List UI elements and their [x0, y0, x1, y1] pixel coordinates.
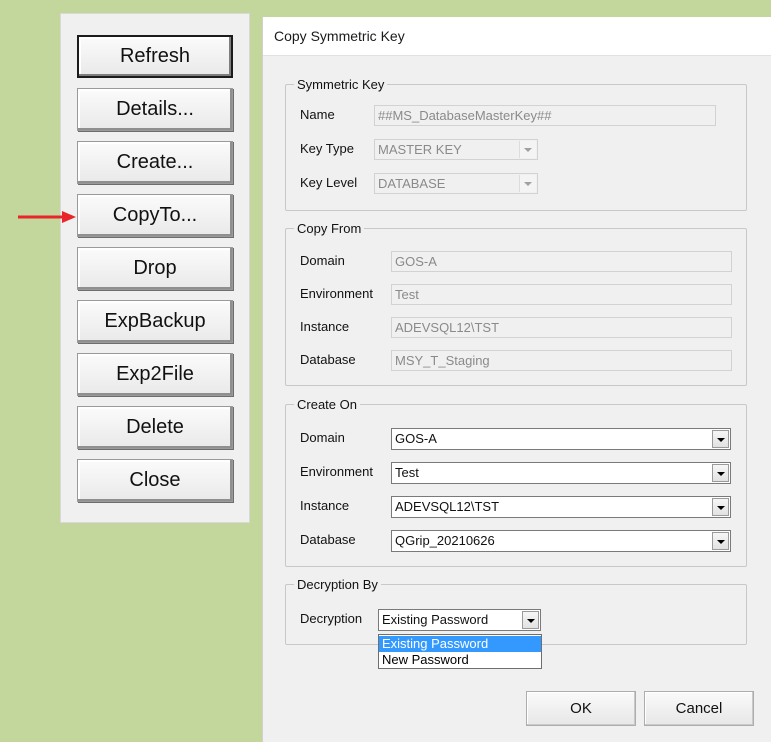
chevron-down-icon [519, 175, 536, 192]
ok-button[interactable]: OK [526, 691, 636, 726]
expbackup-button[interactable]: ExpBackup [77, 300, 233, 343]
drop-button[interactable]: Drop [77, 247, 233, 290]
key-level-label: Key Level [300, 175, 358, 190]
create-on-environment-value: Test [395, 465, 419, 480]
create-on-environment-label: Environment [300, 464, 373, 479]
copy-from-domain-label: Domain [300, 253, 345, 268]
chevron-down-icon[interactable] [712, 498, 729, 516]
create-on-legend: Create On [297, 397, 357, 412]
chevron-down-icon[interactable] [712, 464, 729, 482]
decryption-label: Decryption [300, 611, 363, 626]
copy-from-instance-field: ADEVSQL12\TST [391, 317, 732, 338]
create-on-database-select[interactable]: QGrip_20210626 [391, 530, 731, 552]
name-label: Name [300, 107, 335, 122]
symmetric-key-legend: Symmetric Key [297, 77, 385, 92]
copy-from-domain-field: GOS-A [391, 251, 732, 272]
copy-from-legend: Copy From [297, 221, 362, 236]
refresh-button[interactable]: Refresh [77, 35, 233, 78]
create-on-domain-value: GOS-A [395, 431, 437, 446]
create-on-instance-label: Instance [300, 498, 350, 513]
decryption-value: Existing Password [382, 612, 489, 627]
decryption-dropdown-list: Existing Password New Password [378, 634, 542, 669]
screenshot-root: { "side_buttons": { "refresh": "Refresh"… [0, 0, 771, 742]
delete-button[interactable]: Delete [77, 406, 233, 449]
action-button-panel: Refresh Details... Create... CopyTo... D… [60, 13, 250, 523]
copy-from-database-field: MSY_T_Staging [391, 350, 732, 371]
dropdown-option-existing-password[interactable]: Existing Password [379, 636, 541, 652]
exp2file-button[interactable]: Exp2File [77, 353, 233, 396]
chevron-down-icon [519, 141, 536, 158]
red-arrow-icon [18, 211, 76, 223]
key-type-label: Key Type [300, 141, 354, 156]
create-button[interactable]: Create... [77, 141, 233, 184]
copy-from-environment-field: Test [391, 284, 732, 305]
copy-from-instance-label: Instance [300, 319, 350, 334]
dialog-titlebar: Copy Symmetric Key [263, 17, 771, 56]
key-level-select: DATABASE [374, 173, 538, 194]
copy-symmetric-key-dialog: Copy Symmetric Key Symmetric Key Name ##… [262, 17, 771, 742]
chevron-down-icon[interactable] [712, 532, 729, 550]
cancel-button[interactable]: Cancel [644, 691, 754, 726]
copyto-button[interactable]: CopyTo... [77, 194, 233, 237]
decryption-select[interactable]: Existing Password [378, 609, 541, 631]
create-on-domain-select[interactable]: GOS-A [391, 428, 731, 450]
close-button[interactable]: Close [77, 459, 233, 502]
details-button[interactable]: Details... [77, 88, 233, 131]
decryption-by-legend: Decryption By [297, 577, 378, 592]
dialog-title: Copy Symmetric Key [274, 28, 405, 44]
copy-from-database-label: Database [300, 352, 356, 367]
chevron-down-icon[interactable] [522, 611, 539, 629]
create-on-database-value: QGrip_20210626 [395, 533, 495, 548]
key-level-value: DATABASE [378, 176, 446, 191]
create-on-domain-label: Domain [300, 430, 345, 445]
key-type-value: MASTER KEY [378, 142, 462, 157]
dropdown-option-new-password[interactable]: New Password [379, 652, 541, 668]
create-on-environment-select[interactable]: Test [391, 462, 731, 484]
name-field: ##MS_DatabaseMasterKey## [374, 105, 716, 126]
create-on-instance-value: ADEVSQL12\TST [395, 499, 500, 514]
key-type-select: MASTER KEY [374, 139, 538, 160]
create-on-instance-select[interactable]: ADEVSQL12\TST [391, 496, 731, 518]
chevron-down-icon[interactable] [712, 430, 729, 448]
create-on-database-label: Database [300, 532, 356, 547]
copy-from-environment-label: Environment [300, 286, 373, 301]
